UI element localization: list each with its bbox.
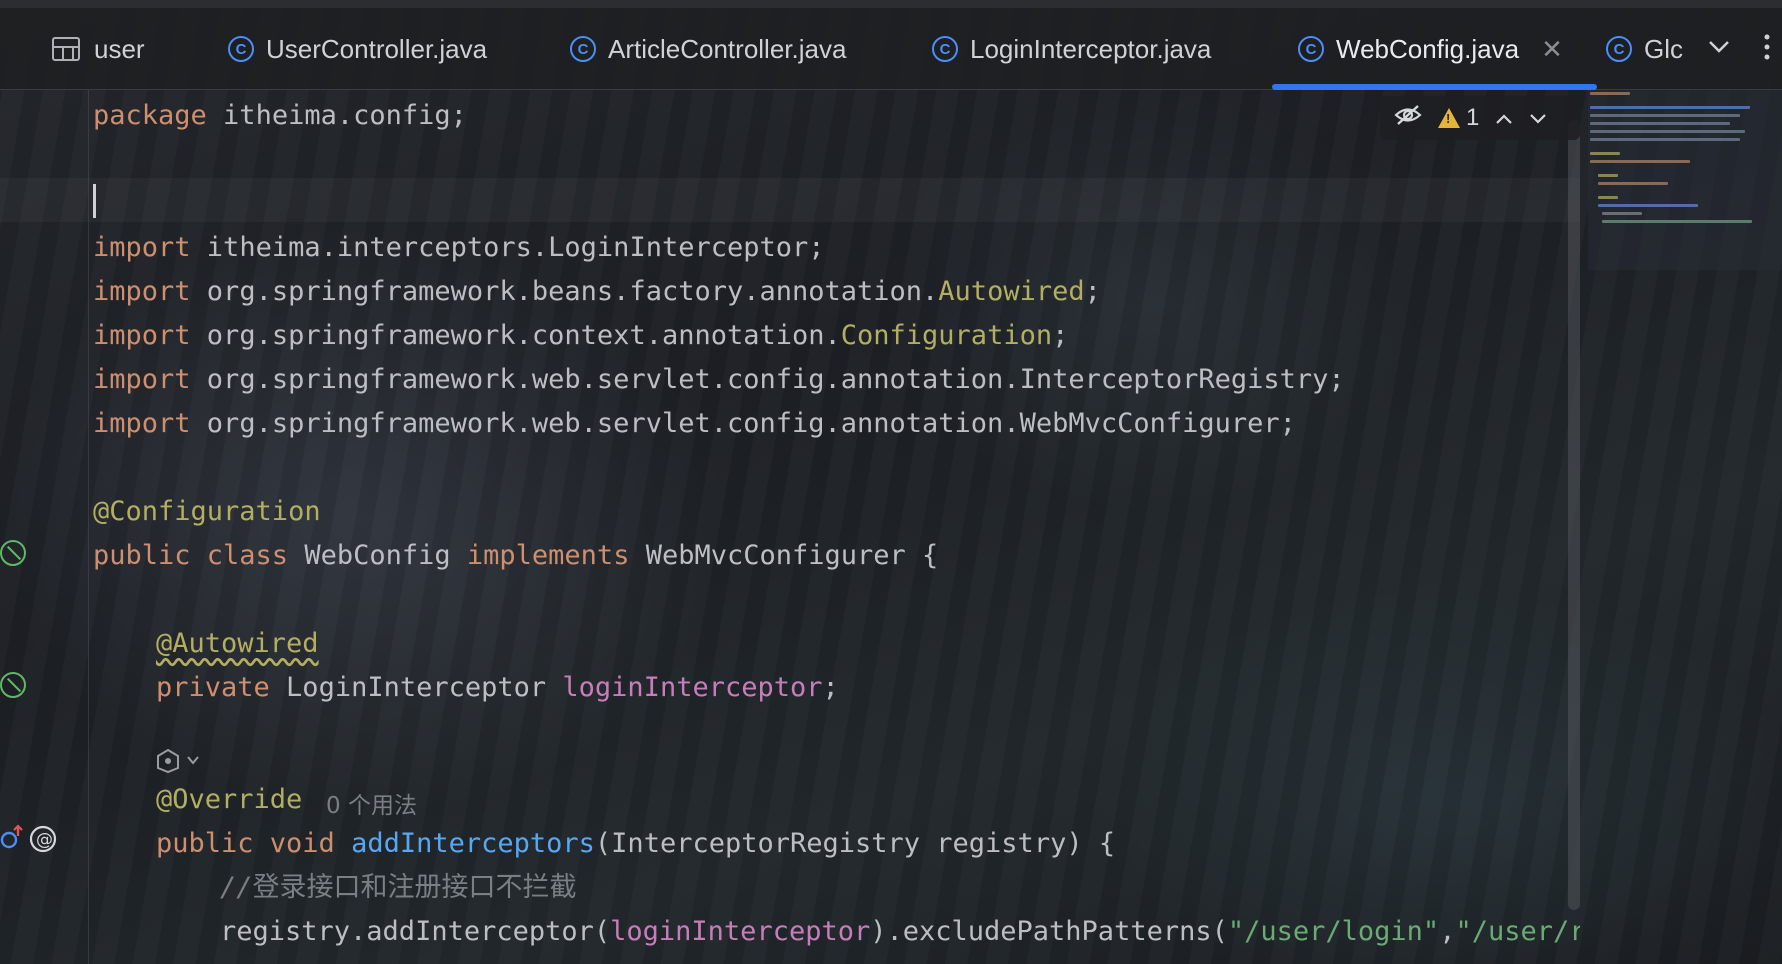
ai-assistant-icon[interactable]: [156, 748, 204, 779]
autowired-gutter-icon[interactable]: [0, 672, 26, 698]
table-icon: [52, 37, 80, 61]
window-top-strip: [0, 0, 1782, 8]
svg-text:@: @: [36, 830, 53, 850]
warning-icon: [1438, 108, 1460, 128]
code-line-comment: //登录接口和注册接口不拦截: [220, 872, 577, 903]
class-icon: C: [570, 36, 596, 62]
tab-user[interactable]: user: [52, 8, 145, 90]
code-editor[interactable]: package itheima.config; import itheima.i…: [0, 90, 1590, 964]
code-line-annotation: @Override: [156, 784, 303, 815]
code-line-annotation: @Autowired: [156, 628, 319, 659]
tab-usercontroller[interactable]: C UserController.java: [228, 8, 487, 90]
tab-glc[interactable]: C Glc: [1606, 8, 1684, 90]
more-vertical-icon[interactable]: [1750, 30, 1782, 64]
code-line-class-declaration: public class WebConfig implements WebMvc…: [93, 540, 939, 571]
usages-hint[interactable]: 0 个用法: [326, 786, 417, 820]
warnings-counter[interactable]: 1: [1438, 104, 1479, 132]
chevron-down-icon[interactable]: [1529, 104, 1547, 132]
chevron-down-icon[interactable]: [1702, 30, 1736, 64]
code-minimap[interactable]: [1588, 90, 1782, 270]
code-line-import: import org.springframework.beans.factory…: [93, 276, 1101, 307]
code-line-import: import org.springframework.context.annot…: [93, 320, 1069, 351]
spring-bean-gutter-icon[interactable]: [0, 540, 26, 566]
tab-label: UserController.java: [266, 33, 488, 64]
tab-label: Glc: [1644, 33, 1683, 64]
code-line-annotation: @Configuration: [93, 496, 321, 527]
override-gutter-icon[interactable]: @: [0, 824, 60, 859]
inspection-widget: 1: [1380, 96, 1580, 140]
tab-webconfig[interactable]: C WebConfig.java ✕: [1272, 8, 1597, 90]
code-line-package: package itheima.config;: [93, 100, 467, 131]
class-icon: C: [228, 36, 254, 62]
tab-logininterceptor[interactable]: C LoginInterceptor.java: [932, 8, 1211, 90]
editor-tab-bar: user C UserController.java C ArticleCont…: [0, 8, 1782, 90]
warnings-count: 1: [1466, 104, 1480, 131]
tab-label: ArticleController.java: [608, 33, 847, 64]
tab-label: LoginInterceptor.java: [970, 33, 1212, 64]
code-line-import: import itheima.interceptors.LoginInterce…: [93, 232, 825, 263]
close-icon[interactable]: ✕: [1541, 34, 1563, 65]
code-line-import: import org.springframework.web.servlet.c…: [93, 364, 1345, 395]
class-icon: C: [1606, 36, 1632, 62]
code-line-import: import org.springframework.web.servlet.c…: [93, 408, 1296, 439]
tab-label: user: [94, 33, 145, 64]
code-line-method: public void addInterceptors(InterceptorR…: [156, 828, 1116, 859]
eye-crossed-icon[interactable]: [1394, 104, 1422, 133]
tab-label: WebConfig.java: [1336, 33, 1520, 64]
vertical-scrollbar[interactable]: [1568, 120, 1580, 910]
code-line-field: private LoginInterceptor loginIntercepto…: [156, 672, 839, 703]
code-line-registry: registry.addInterceptor(loginInterceptor…: [220, 916, 1580, 947]
class-icon: C: [932, 36, 958, 62]
chevron-up-icon[interactable]: [1495, 104, 1513, 132]
class-icon: C: [1298, 36, 1324, 62]
tab-articlecontroller[interactable]: C ArticleController.java: [570, 8, 846, 90]
text-caret: [93, 184, 96, 218]
active-tab-indicator: [1272, 84, 1597, 90]
